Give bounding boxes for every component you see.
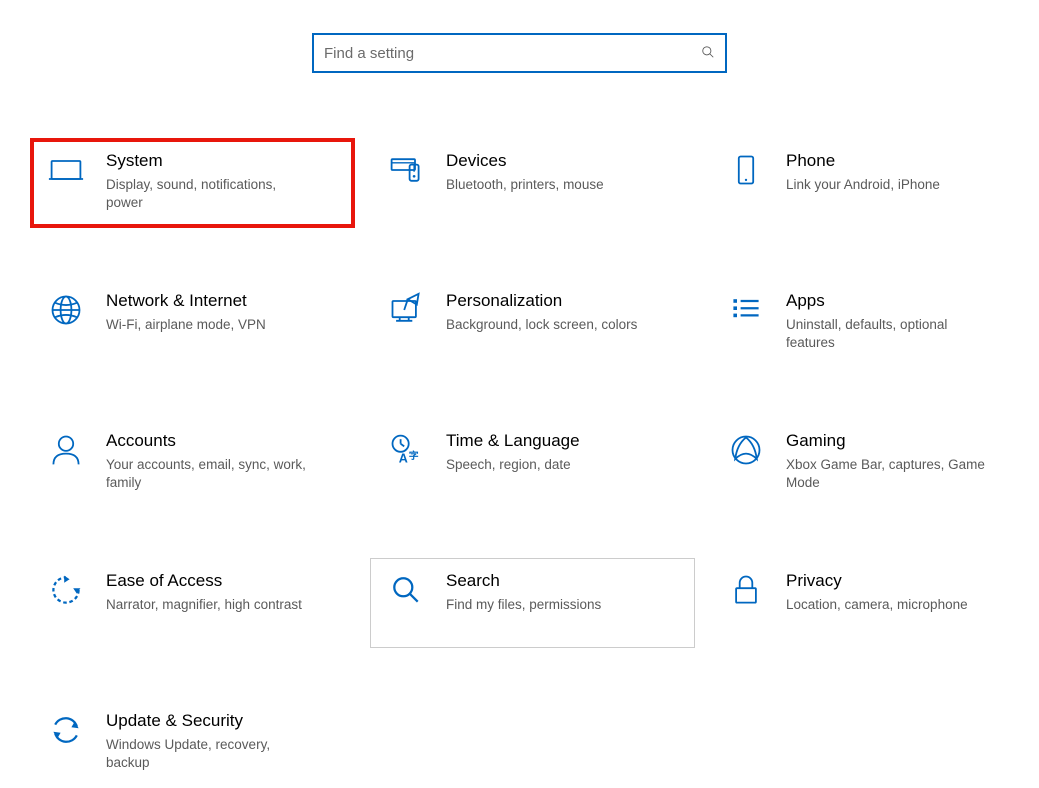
- tile-accounts[interactable]: Accounts Your accounts, email, sync, wor…: [30, 418, 355, 508]
- tile-title: Network & Internet: [106, 290, 343, 312]
- tile-time-language[interactable]: A 字 Time & Language Speech, region, date: [370, 418, 695, 508]
- tile-devices[interactable]: Devices Bluetooth, printers, mouse: [370, 138, 695, 228]
- tile-phone[interactable]: Phone Link your Android, iPhone: [710, 138, 1035, 228]
- tile-title: Search: [446, 570, 683, 592]
- tile-desc: Narrator, magnifier, high contrast: [106, 596, 316, 614]
- search-tile-icon: [386, 570, 426, 610]
- tile-desc: Find my files, permissions: [446, 596, 656, 614]
- search-input[interactable]: [324, 45, 701, 62]
- tile-desc: Wi-Fi, airplane mode, VPN: [106, 316, 316, 334]
- tile-desc: Display, sound, notifications, power: [106, 176, 316, 212]
- tile-desc: Your accounts, email, sync, work, family: [106, 456, 316, 492]
- tile-search[interactable]: Search Find my files, permissions: [370, 558, 695, 648]
- svg-text:字: 字: [409, 449, 419, 462]
- tile-network[interactable]: Network & Internet Wi-Fi, airplane mode,…: [30, 278, 355, 368]
- ease-of-access-icon: [46, 570, 86, 610]
- tile-title: Gaming: [786, 430, 1023, 452]
- update-icon: [46, 710, 86, 750]
- search-box[interactable]: [312, 33, 727, 73]
- tile-title: Personalization: [446, 290, 683, 312]
- system-icon: [46, 150, 86, 190]
- tile-title: Privacy: [786, 570, 1023, 592]
- tile-title: Update & Security: [106, 710, 343, 732]
- tile-desc: Xbox Game Bar, captures, Game Mode: [786, 456, 996, 492]
- tile-title: Ease of Access: [106, 570, 343, 592]
- accounts-icon: [46, 430, 86, 470]
- gaming-icon: [726, 430, 766, 470]
- tile-desc: Windows Update, recovery, backup: [106, 736, 316, 772]
- privacy-icon: [726, 570, 766, 610]
- settings-grid: System Display, sound, notifications, po…: [0, 73, 1039, 788]
- tile-ease-of-access[interactable]: Ease of Access Narrator, magnifier, high…: [30, 558, 355, 648]
- apps-icon: [726, 290, 766, 330]
- tile-personalization[interactable]: Personalization Background, lock screen,…: [370, 278, 695, 368]
- tile-title: Devices: [446, 150, 683, 172]
- tile-update-security[interactable]: Update & Security Windows Update, recove…: [30, 698, 355, 788]
- tile-apps[interactable]: Apps Uninstall, defaults, optional featu…: [710, 278, 1035, 368]
- tile-desc: Link your Android, iPhone: [786, 176, 996, 194]
- tile-desc: Location, camera, microphone: [786, 596, 996, 614]
- tile-desc: Speech, region, date: [446, 456, 656, 474]
- devices-icon: [386, 150, 426, 190]
- tile-privacy[interactable]: Privacy Location, camera, microphone: [710, 558, 1035, 648]
- search-icon: [701, 45, 715, 62]
- tile-title: System: [106, 150, 343, 172]
- tile-title: Accounts: [106, 430, 343, 452]
- tile-system[interactable]: System Display, sound, notifications, po…: [30, 138, 355, 228]
- tile-gaming[interactable]: Gaming Xbox Game Bar, captures, Game Mod…: [710, 418, 1035, 508]
- tile-title: Phone: [786, 150, 1023, 172]
- svg-text:A: A: [399, 452, 408, 466]
- phone-icon: [726, 150, 766, 190]
- tile-desc: Uninstall, defaults, optional features: [786, 316, 996, 352]
- personalization-icon: [386, 290, 426, 330]
- tile-desc: Bluetooth, printers, mouse: [446, 176, 656, 194]
- globe-icon: [46, 290, 86, 330]
- tile-desc: Background, lock screen, colors: [446, 316, 656, 334]
- time-language-icon: A 字: [386, 430, 426, 470]
- tile-title: Apps: [786, 290, 1023, 312]
- tile-title: Time & Language: [446, 430, 683, 452]
